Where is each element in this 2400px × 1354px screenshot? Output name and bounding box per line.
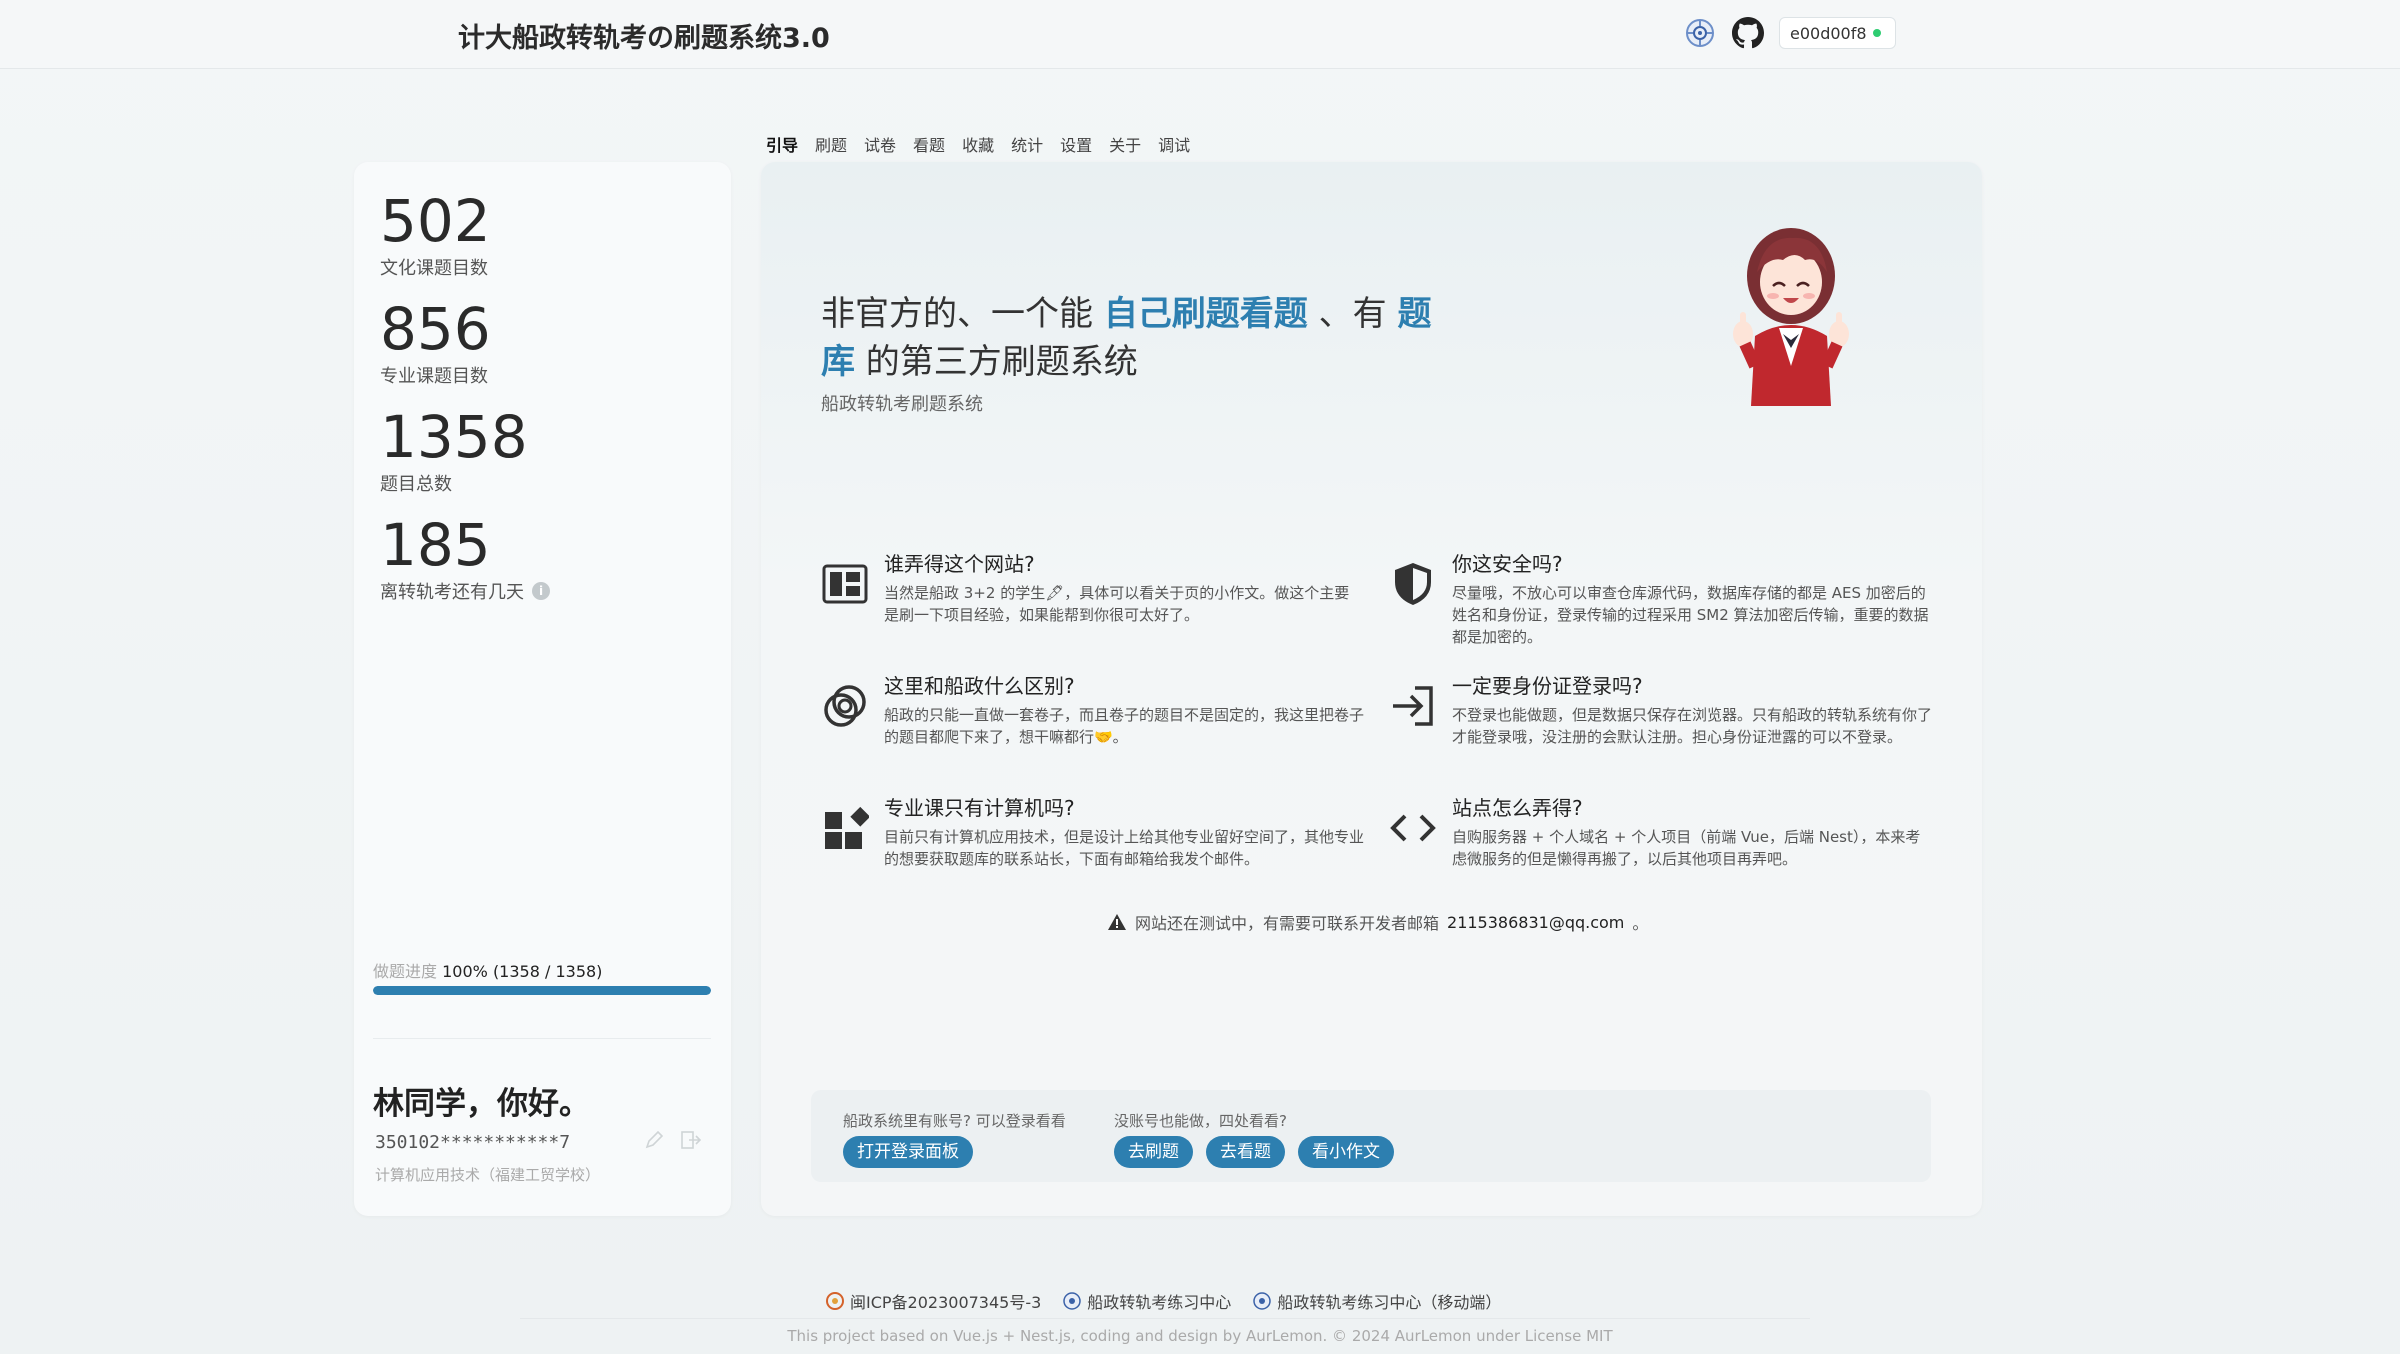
user-badge[interactable]: e00d00f8 [1779,17,1896,49]
user-id: e00d00f8 [1790,23,1867,43]
cta-panel: 船政系统里有账号? 可以登录看看 没账号也能做，四处看看? 打开登录面板 去刷题… [811,1090,1931,1182]
feature-title: 专业课只有计算机吗? [884,796,1075,820]
guest-hint: 没账号也能做，四处看看? [1114,1112,1287,1130]
hero-title: 非官方的、一个能 自己刷题看题 、有 题库 的第三方刷题系统 [821,294,1432,382]
blocks-icon [825,806,869,849]
app-title[interactable]: 计大船政转轨考の刷题系统3.0 [458,16,830,55]
id-number: 350102***********7 [375,1132,571,1153]
feature-text: 不登录也能做题，但是数据只保存在浏览器。只有船政的转轨系统有你了才能登录哦，没注… [1452,706,1933,746]
stat-culture: 502 文化课题目数 [380,192,491,280]
open-login-button[interactable]: 打开登录面板 [843,1136,973,1168]
stat-countdown: 185 离转轨考还有几天 i [380,516,550,604]
tab-debug[interactable]: 调试 [1158,132,1190,156]
feature-text: 自购服务器 + 个人域名 + 个人项目（前端 Vue，后端 Nest），本来考虑… [1452,828,1921,868]
icp-badge-icon [826,1292,844,1310]
github-icon[interactable] [1731,16,1765,50]
greeting: 林同学，你好。 [373,1086,590,1122]
stat-value: 856 [380,295,491,363]
contact-email[interactable]: 2115386831@qq.com [1447,913,1624,932]
tab-exam[interactable]: 试卷 [864,132,896,156]
feature-text: 当然是船政 3+2 的学生🖋，具体可以看关于页的小作文。做这个主要是刷一下项目经… [884,584,1350,624]
site-logo-icon [1063,1292,1082,1310]
info-icon[interactable]: i [532,582,550,600]
warning-icon [1108,914,1126,930]
progress-label: 做题进度 100% (1358 / 1358) [373,962,603,981]
site-logo-icon[interactable] [1683,16,1717,50]
stat-value: 502 [380,187,491,255]
login-hint: 船政系统里有账号? 可以登录看看 [843,1112,1066,1130]
feature-title: 一定要身份证登录吗? [1452,674,1643,698]
feature-title: 这里和船政什么区别? [884,674,1075,698]
stat-major: 856 专业课题目数 [380,300,491,388]
icp-link[interactable]: 闽ICP备2023007345号-3 [826,1289,1041,1313]
tab-statistics[interactable]: 统计 [1011,132,1043,156]
stat-total: 1358 题目总数 [380,408,528,496]
go-view-button[interactable]: 去看题 [1206,1136,1285,1168]
tab-guide[interactable]: 引导 [766,132,798,156]
mascot-illustration [1733,228,1849,406]
stat-label: 文化课题目数 [380,258,488,279]
tab-about[interactable]: 关于 [1109,132,1141,156]
feature-text: 目前只有计算机应用技术，但是设计上给其他专业留好空间了，其他专业的想要获取题库的… [884,828,1365,868]
stat-label: 题目总数 [380,474,452,495]
edit-icon[interactable] [644,1130,664,1154]
site-logo-icon [1253,1292,1272,1310]
progress-text: 100% (1358 / 1358) [442,962,603,981]
footer-divider [520,1318,1810,1319]
hero-subtitle: 船政转轨考刷题系统 [821,394,983,415]
feature-title: 你这安全吗? [1452,552,1563,576]
tab-favorites[interactable]: 收藏 [962,132,994,156]
read-essay-button[interactable]: 看小作文 [1298,1136,1394,1168]
stat-value: 1358 [380,403,528,471]
rings-icon [824,685,866,727]
code-icon [1390,814,1436,842]
user-actions [644,1130,702,1154]
shield-icon [1395,563,1431,605]
dashboard-icon [822,564,868,604]
main-tabs: 引导 刷题 试卷 看题 收藏 统计 设置 关于 调试 [766,132,1190,156]
footer-links: 闽ICP备2023007345号-3 船政转轨考练习中心 船政转轨考练习中心（移… [826,1289,1501,1313]
stat-label: 离转轨考还有几天 i [380,578,550,604]
login-icon [1393,686,1433,726]
divider [373,1038,711,1039]
top-bar: 计大船政转轨考の刷题系统3.0 e00d00f8 [0,0,2400,69]
guide-panel: 非官方的、一个能 自己刷题看题 、有 题库 的第三方刷题系统 船政转轨考刷题系统… [761,162,1982,1216]
feature-title: 谁弄得这个网站? [884,552,1035,576]
tab-settings[interactable]: 设置 [1060,132,1092,156]
feature-text: 船政的只能一直做一套卷子，而且卷子的题目不是固定的，我这里把卷子的题目都爬下来了… [884,706,1365,746]
progress-fill [373,986,711,995]
logout-icon[interactable] [680,1130,702,1154]
stat-value: 185 [380,511,491,579]
tab-practice[interactable]: 刷题 [815,132,847,156]
tab-browse[interactable]: 看题 [913,132,945,156]
top-actions: e00d00f8 [1683,16,1896,50]
testing-notice: 网站还在测试中，有需要可联系开发者邮箱 2115386831@qq.com。 [1107,910,1648,934]
stats-panel: 502 文化课题目数 856 专业课题目数 1358 题目总数 185 离转轨考… [354,162,731,1216]
progress-bar [373,986,711,995]
footer-credit: This project based on Vue.js + Nest.js, … [787,1327,1613,1345]
feature-text: 尽量哦，不放心可以审查仓库源代码，数据库存储的都是 AES 加密后的姓名和身份证… [1452,584,1929,646]
stat-label: 专业课题目数 [380,366,488,387]
major-info: 计算机应用技术（福建工贸学校） [375,1166,601,1184]
practice-center-link[interactable]: 船政转轨考练习中心 [1063,1289,1231,1313]
practice-center-mobile-link[interactable]: 船政转轨考练习中心（移动端） [1253,1289,1501,1313]
feature-title: 站点怎么弄得? [1452,796,1583,820]
online-status-dot [1872,29,1881,37]
hero-highlight: 自己刷题看题 [1103,294,1308,334]
go-practice-button[interactable]: 去刷题 [1114,1136,1193,1168]
